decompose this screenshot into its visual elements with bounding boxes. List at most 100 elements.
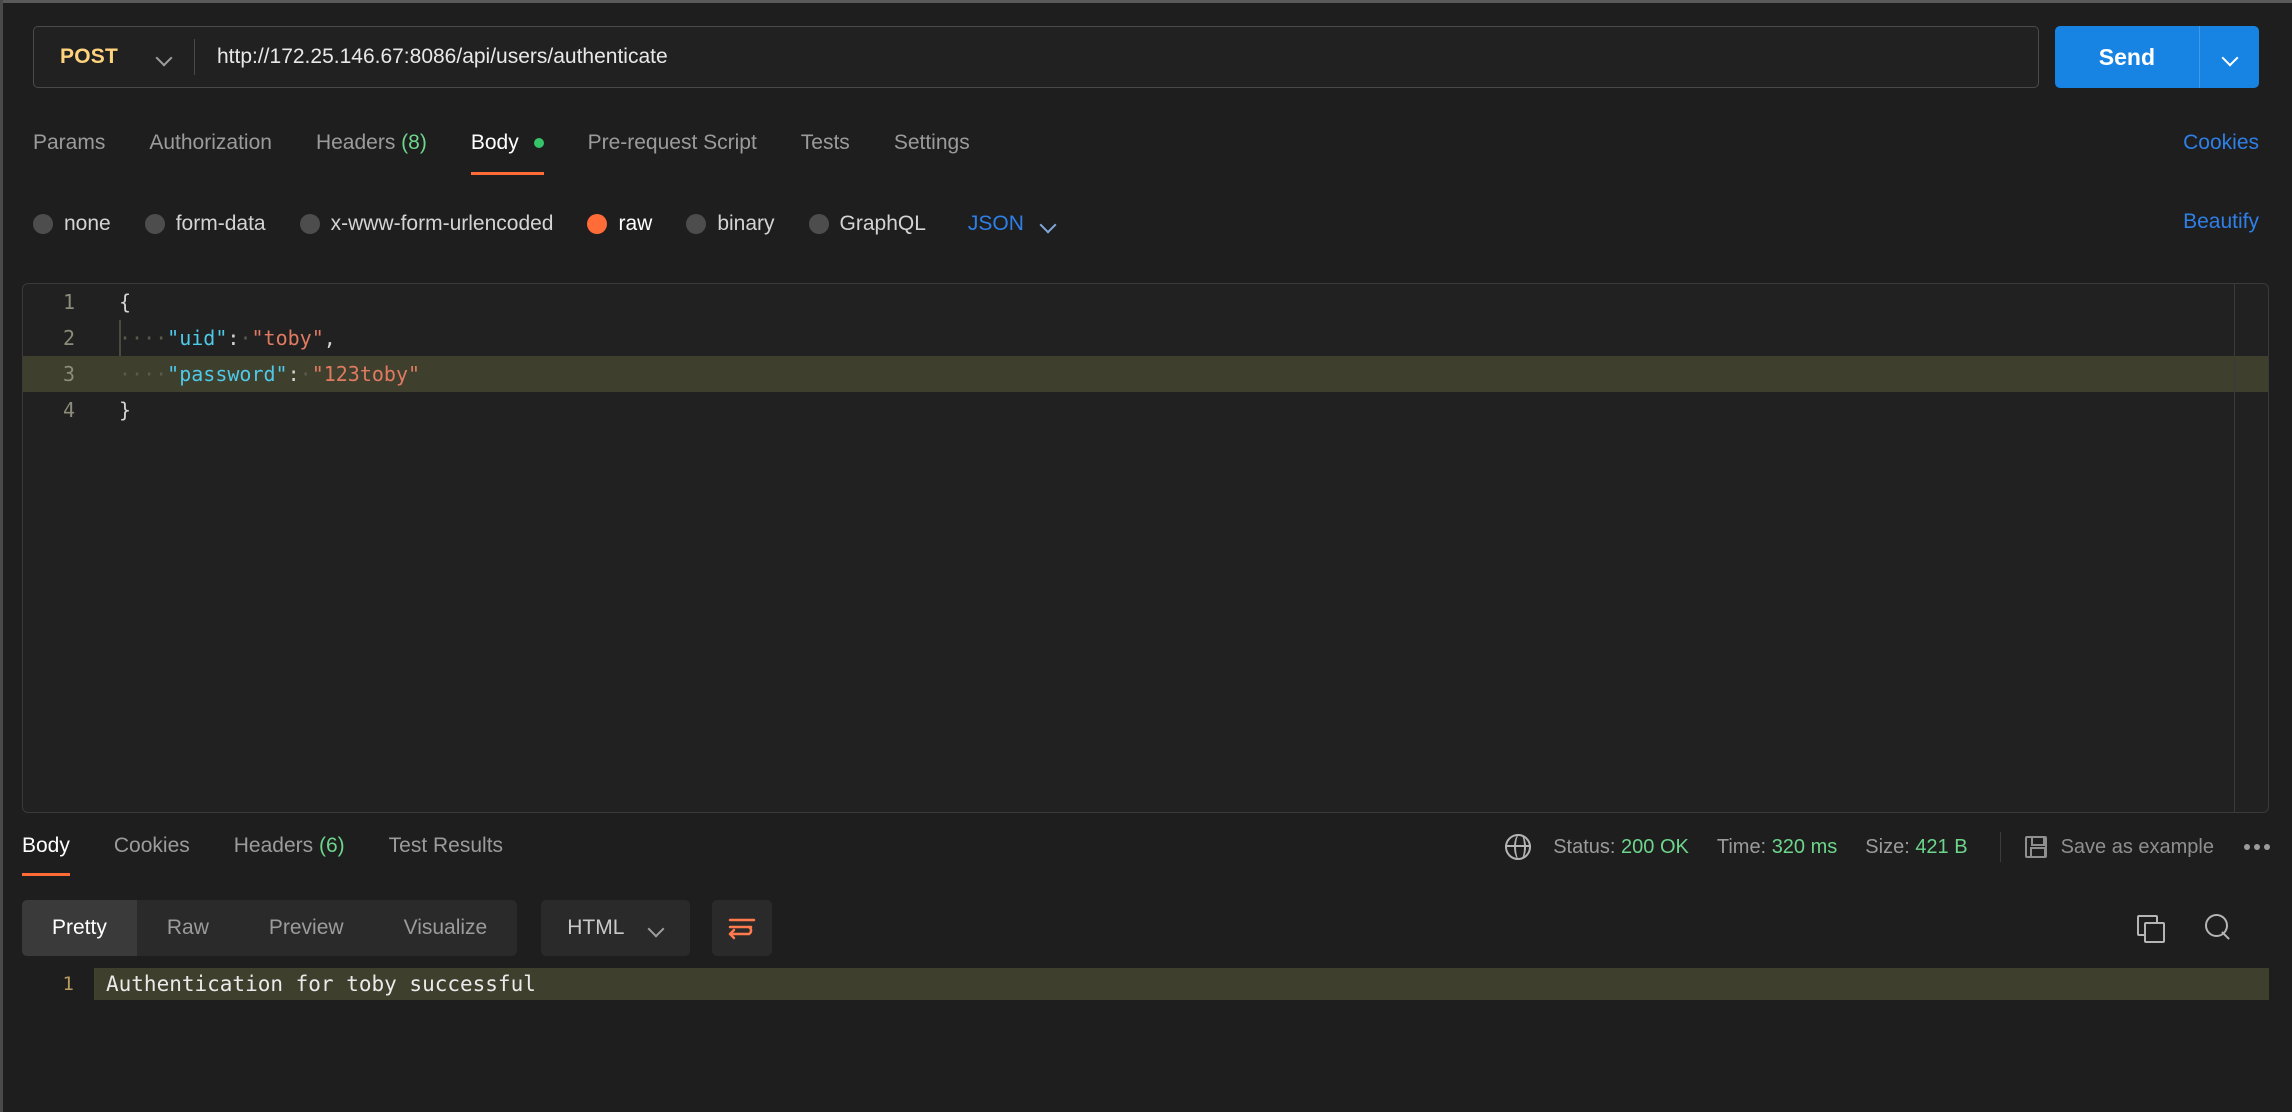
view-mode-label: Pretty: [52, 916, 107, 940]
tab-label: Headers: [234, 834, 313, 857]
response-body-viewer[interactable]: 1 Authentication for toby successful: [22, 968, 2269, 1090]
url-input[interactable]: http://172.25.146.67:8086/api/users/auth…: [195, 27, 2038, 87]
response-language-select[interactable]: HTML: [541, 900, 690, 956]
save-as-example-button[interactable]: Save as example: [2025, 836, 2214, 859]
globe-icon: [1505, 834, 1531, 860]
body-mode-none[interactable]: none: [33, 212, 111, 236]
response-more-options-button[interactable]: [2244, 844, 2270, 850]
tab-label: Body: [471, 131, 519, 154]
code-line[interactable]: 4 }: [23, 392, 2268, 428]
request-tab-bar: Params Authorization Headers (8) Body Pr…: [33, 125, 2259, 181]
send-button-group: Send: [2055, 26, 2259, 88]
body-format-select[interactable]: JSON: [968, 212, 1056, 236]
body-mode-graphql[interactable]: GraphQL: [809, 212, 926, 236]
body-mode-label: x-www-form-urlencoded: [331, 212, 554, 236]
status-value: 200 OK: [1621, 836, 1689, 858]
tab-tests[interactable]: Tests: [801, 125, 872, 175]
response-body-line: 1 Authentication for toby successful: [22, 968, 2269, 1000]
body-mode-raw[interactable]: raw: [587, 212, 652, 236]
code-area[interactable]: 1 { 2 ····"uid":·"toby", 3 ····"password…: [23, 284, 2268, 812]
save-as-example-label: Save as example: [2061, 836, 2214, 859]
send-button[interactable]: Send: [2055, 26, 2199, 88]
http-method-selector[interactable]: POST: [34, 27, 194, 87]
tab-label: Cookies: [114, 834, 190, 857]
word-wrap-icon: [727, 915, 757, 941]
body-mode-bar: none form-data x-www-form-urlencoded raw…: [33, 200, 2259, 248]
tab-body[interactable]: Body: [471, 125, 566, 175]
floppy-disk-icon: [2025, 836, 2047, 858]
code-text: ····"uid":·"toby",: [95, 326, 336, 350]
response-meta-bar: Status: 200 OK Time: 320 ms Size: 421 B …: [1505, 832, 2270, 862]
dot-icon: [2254, 844, 2260, 850]
editor-scrollbar[interactable]: [2234, 284, 2268, 812]
response-view-mode-group: Pretty Raw Preview Visualize: [22, 900, 517, 956]
view-mode-label: Raw: [167, 916, 209, 940]
window-top-edge: [0, 0, 2292, 3]
body-present-dot-icon: [534, 138, 544, 148]
time-value: 320 ms: [1772, 836, 1838, 858]
radio-icon: [809, 214, 829, 234]
size-metric: Size: 421 B: [1865, 836, 1967, 859]
cookies-link[interactable]: Cookies: [2183, 131, 2259, 155]
body-mode-label: raw: [618, 212, 652, 236]
response-tab-cookies[interactable]: Cookies: [114, 828, 212, 876]
line-number: 4: [23, 398, 95, 422]
radio-icon: [686, 214, 706, 234]
response-tab-test-results[interactable]: Test Results: [389, 828, 525, 876]
body-mode-label: GraphQL: [840, 212, 926, 236]
code-text: ····"password":·"123toby": [95, 362, 420, 386]
headers-count: (8): [401, 131, 427, 154]
radio-icon: [145, 214, 165, 234]
search-icon[interactable]: [2205, 914, 2233, 942]
body-format-label: JSON: [968, 212, 1024, 236]
window-left-edge: [0, 0, 3, 1112]
view-mode-raw[interactable]: Raw: [137, 900, 239, 956]
response-headers-count: (6): [319, 834, 345, 857]
line-number: 1: [22, 973, 94, 995]
time-metric: Time: 320 ms: [1717, 836, 1837, 859]
request-body-editor[interactable]: 1 { 2 ····"uid":·"toby", 3 ····"password…: [22, 283, 2269, 813]
time-label: Time:: [1717, 836, 1766, 858]
chevron-down-icon: [156, 49, 172, 65]
tab-label: Authorization: [149, 131, 272, 154]
body-mode-binary[interactable]: binary: [686, 212, 774, 236]
tab-label: Body: [22, 834, 70, 857]
view-mode-label: Preview: [269, 916, 344, 940]
beautify-button[interactable]: Beautify: [2183, 210, 2259, 234]
view-mode-pretty[interactable]: Pretty: [22, 900, 137, 956]
response-action-icons: [2137, 914, 2269, 942]
code-text: }: [95, 398, 131, 422]
radio-selected-icon: [587, 214, 607, 234]
view-mode-preview[interactable]: Preview: [239, 900, 374, 956]
send-options-button[interactable]: [2199, 26, 2259, 88]
tab-label: Pre-request Script: [588, 131, 757, 154]
response-view-toolbar: Pretty Raw Preview Visualize HTML: [22, 900, 2269, 956]
tab-settings[interactable]: Settings: [894, 125, 992, 175]
response-tab-headers[interactable]: Headers (6): [234, 828, 367, 876]
tab-label: Tests: [801, 131, 850, 154]
request-url-bar: POST http://172.25.146.67:8086/api/users…: [33, 26, 2259, 88]
copy-icon[interactable]: [2137, 915, 2163, 941]
code-line[interactable]: 1 {: [23, 284, 2268, 320]
status-label: Status:: [1553, 836, 1615, 858]
radio-icon: [300, 214, 320, 234]
body-mode-x-www-form-urlencoded[interactable]: x-www-form-urlencoded: [300, 212, 554, 236]
url-input-group: POST http://172.25.146.67:8086/api/users…: [33, 26, 2039, 88]
word-wrap-toggle[interactable]: [712, 900, 772, 956]
tab-label: Test Results: [389, 834, 503, 857]
tab-label: Headers: [316, 131, 395, 154]
line-number: 1: [23, 290, 95, 314]
line-number: 3: [23, 362, 95, 386]
body-mode-label: binary: [717, 212, 774, 236]
tab-params[interactable]: Params: [33, 125, 127, 175]
view-mode-visualize[interactable]: Visualize: [374, 900, 518, 956]
tab-headers[interactable]: Headers (8): [316, 125, 449, 175]
body-mode-form-data[interactable]: form-data: [145, 212, 266, 236]
code-line[interactable]: 2 ····"uid":·"toby",: [23, 320, 2268, 356]
body-mode-label: form-data: [176, 212, 266, 236]
tab-pre-request-script[interactable]: Pre-request Script: [588, 125, 779, 175]
code-text: {: [95, 290, 131, 314]
code-line-highlighted[interactable]: 3 ····"password":·"123toby": [23, 356, 2268, 392]
response-tab-body[interactable]: Body: [22, 828, 92, 876]
tab-authorization[interactable]: Authorization: [149, 125, 294, 175]
